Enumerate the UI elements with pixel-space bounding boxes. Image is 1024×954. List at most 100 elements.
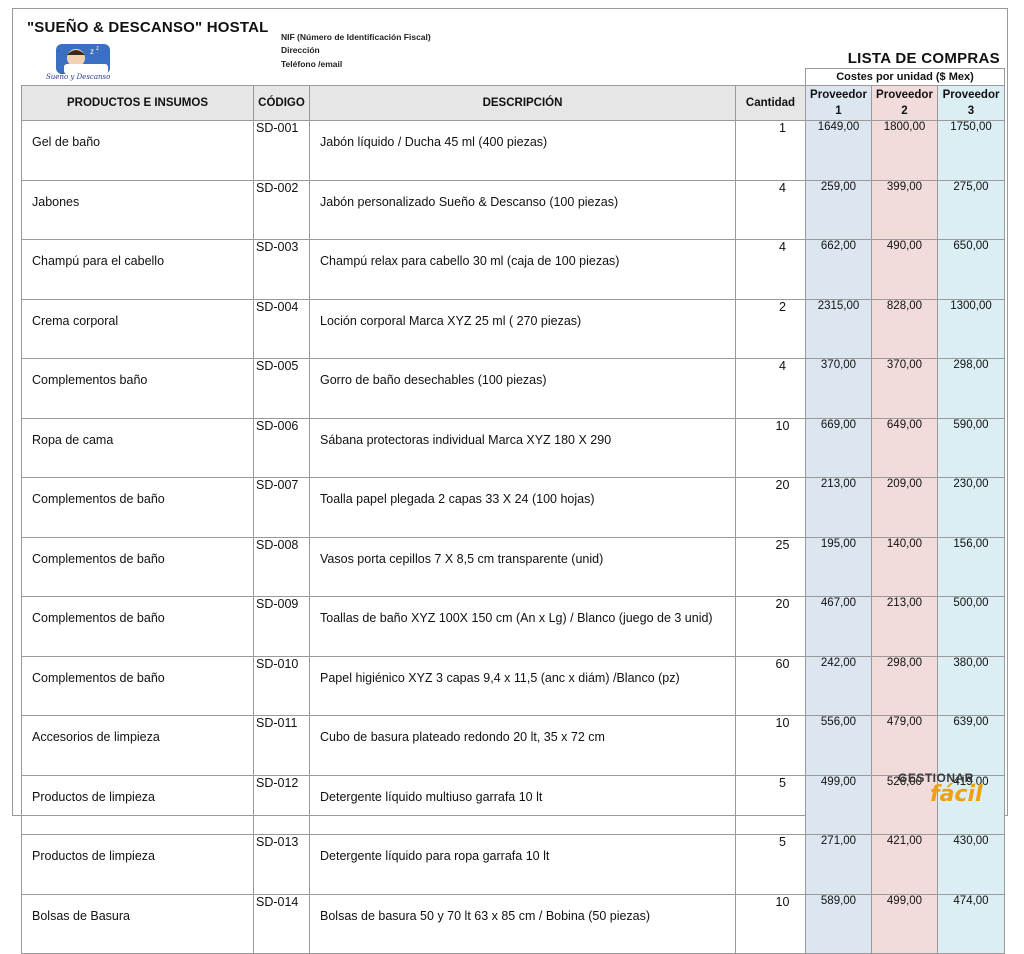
code-cell: SD-006 bbox=[253, 417, 310, 478]
proveedor-2-price: 370,00 bbox=[871, 358, 938, 419]
proveedor-3-price: 474,00 bbox=[936, 893, 1006, 954]
svg-text:z: z bbox=[96, 46, 99, 52]
quantity-cell: 20 bbox=[735, 596, 806, 657]
code-cell: SD-003 bbox=[253, 239, 310, 300]
proveedor-2-price: 499,00 bbox=[871, 893, 938, 954]
col-proveedor-3: Proveedor 3 bbox=[936, 85, 1006, 121]
product-cell: Complementos de baño bbox=[21, 477, 254, 538]
description-cell: Champú relax para cabello 30 ml (caja de… bbox=[309, 239, 736, 300]
proveedor-3-price: 1750,00 bbox=[936, 120, 1006, 181]
product-cell: Champú para el cabello bbox=[21, 239, 254, 300]
proveedor-1-price: 662,00 bbox=[805, 239, 872, 300]
brand-logo-bottom: fácil bbox=[930, 782, 983, 807]
product-cell: Accesorios de limpieza bbox=[21, 715, 254, 776]
description-cell: Papel higiénico XYZ 3 capas 9,4 x 11,5 (… bbox=[309, 655, 736, 716]
proveedor-1-price: 195,00 bbox=[805, 536, 872, 597]
quantity-cell: 60 bbox=[735, 655, 806, 716]
address-label: Dirección bbox=[281, 45, 320, 55]
proveedor-1-price: 271,00 bbox=[805, 834, 872, 895]
quantity-cell: 5 bbox=[735, 834, 806, 895]
proveedor-1-price: 669,00 bbox=[805, 417, 872, 478]
code-cell: SD-008 bbox=[253, 536, 310, 597]
proveedor-1-price: 259,00 bbox=[805, 179, 872, 240]
proveedor-3-price: 230,00 bbox=[936, 477, 1006, 538]
table-row: Productos de limpieza SD-013 Detergente lí… bbox=[21, 834, 1006, 895]
quantity-cell: 4 bbox=[735, 239, 806, 300]
table-row: Complementos de baño SD-009 Toallas de bañ… bbox=[21, 596, 1006, 657]
description-cell: Detergente líquido multiuso garrafa 10 l… bbox=[309, 774, 736, 835]
product-cell: Crema corporal bbox=[21, 298, 254, 359]
code-cell: SD-012 bbox=[253, 774, 310, 835]
proveedor-3-price: 500,00 bbox=[936, 596, 1006, 657]
proveedor-2-price: 399,00 bbox=[871, 179, 938, 240]
quantity-cell: 4 bbox=[735, 179, 806, 240]
proveedor-1-price: 242,00 bbox=[805, 655, 872, 716]
code-cell: SD-013 bbox=[253, 834, 310, 895]
code-cell: SD-010 bbox=[253, 655, 310, 716]
col-codigo: CÓDIGO bbox=[253, 85, 310, 121]
product-cell: Complementos baño bbox=[21, 358, 254, 419]
product-cell: Complementos de baño bbox=[21, 536, 254, 597]
code-cell: SD-011 bbox=[253, 715, 310, 776]
nif-label: NIF (Número de Identificación Fiscal) bbox=[281, 32, 431, 42]
code-cell: SD-002 bbox=[253, 179, 310, 240]
description-cell: Toallas de baño XYZ 100X 150 cm (An x Lg… bbox=[309, 596, 736, 657]
hostal-name: "SUEÑO & DESCANSO" HOSTAL bbox=[27, 19, 269, 36]
quantity-cell: 5 bbox=[735, 774, 806, 835]
proveedor-1-price: 589,00 bbox=[805, 893, 872, 954]
proveedor-2-price: 421,00 bbox=[871, 834, 938, 895]
code-cell: SD-001 bbox=[253, 120, 310, 181]
code-cell: SD-009 bbox=[253, 596, 310, 657]
col-descripcion: DESCRIPCIÓN bbox=[309, 85, 736, 121]
proveedor-1-price: 499,00 bbox=[805, 774, 872, 835]
costs-header: Costes por unidad ($ Mex) bbox=[804, 68, 1006, 86]
code-cell: SD-004 bbox=[253, 298, 310, 359]
proveedor-1-price: 2315,00 bbox=[805, 298, 872, 359]
proveedor-2-price: 213,00 bbox=[871, 596, 938, 657]
description-cell: Jabón personalizado Sueño & Descanso (10… bbox=[309, 179, 736, 240]
proveedor-1-price: 467,00 bbox=[805, 596, 872, 657]
col-proveedor-1: Proveedor 1 bbox=[805, 85, 872, 121]
proveedor-2-price: 209,00 bbox=[871, 477, 938, 538]
proveedor-3-price: 430,00 bbox=[936, 834, 1006, 895]
product-cell: Gel de baño bbox=[21, 120, 254, 181]
description-cell: Bolsas de basura 50 y 70 lt 63 x 85 cm /… bbox=[309, 893, 736, 954]
table-row: Gel de baño SD-001 Jabón líquido / Ducha 4… bbox=[21, 120, 1006, 181]
quantity-cell: 25 bbox=[735, 536, 806, 597]
svg-text:z: z bbox=[90, 47, 94, 56]
code-cell: SD-005 bbox=[253, 358, 310, 419]
proveedor-2-price: 1800,00 bbox=[871, 120, 938, 181]
proveedor-3-price: 156,00 bbox=[936, 536, 1006, 597]
purchase-table: Costes por unidad ($ Mex) PRODUCTOS E IN… bbox=[21, 68, 1006, 954]
proveedor-2-price: 140,00 bbox=[871, 536, 938, 597]
col-cantidad: Cantidad bbox=[735, 85, 806, 121]
proveedor-3-price: 639,00 bbox=[936, 715, 1006, 776]
description-cell: Toalla papel plegada 2 capas 33 X 24 (10… bbox=[309, 477, 736, 538]
description-cell: Jabón líquido / Ducha 45 ml (400 piezas) bbox=[309, 120, 736, 181]
code-cell: SD-014 bbox=[253, 893, 310, 954]
description-cell: Loción corporal Marca XYZ 25 ml ( 270 pi… bbox=[309, 298, 736, 359]
table-row: Complementos de baño SD-008 Vasos porta ce… bbox=[21, 536, 1006, 597]
quantity-cell: 10 bbox=[735, 893, 806, 954]
proveedor-3-price: 650,00 bbox=[936, 239, 1006, 300]
proveedor-1-price: 213,00 bbox=[805, 477, 872, 538]
product-cell: Ropa de cama bbox=[21, 417, 254, 478]
product-cell: Jabones bbox=[21, 179, 254, 240]
col-proveedor-2: Proveedor 2 bbox=[871, 85, 938, 121]
proveedor-3-price: 275,00 bbox=[936, 179, 1006, 240]
proveedor-2-price: 298,00 bbox=[871, 655, 938, 716]
table-row: Complementos baño SD-005 Gorro de baño des… bbox=[21, 358, 1006, 419]
product-cell: Productos de limpieza bbox=[21, 774, 254, 835]
col-producto: PRODUCTOS E INSUMOS bbox=[21, 85, 254, 121]
quantity-cell: 20 bbox=[735, 477, 806, 538]
table-row: Bolsas de Basura SD-014 Bolsas de basura 5… bbox=[21, 893, 1006, 954]
quantity-cell: 10 bbox=[735, 715, 806, 776]
table-row: Crema corporal SD-004 Loción corporal Marc… bbox=[21, 298, 1006, 359]
description-cell: Cubo de basura plateado redondo 20 lt, 3… bbox=[309, 715, 736, 776]
proveedor-1-price: 370,00 bbox=[805, 358, 872, 419]
table-row: Jabones SD-002 Jabón personalizado Sueño &… bbox=[21, 179, 1006, 240]
proveedor-3-price: 298,00 bbox=[936, 358, 1006, 419]
quantity-cell: 2 bbox=[735, 298, 806, 359]
proveedor-2-price: 490,00 bbox=[871, 239, 938, 300]
proveedor-2-price: 479,00 bbox=[871, 715, 938, 776]
